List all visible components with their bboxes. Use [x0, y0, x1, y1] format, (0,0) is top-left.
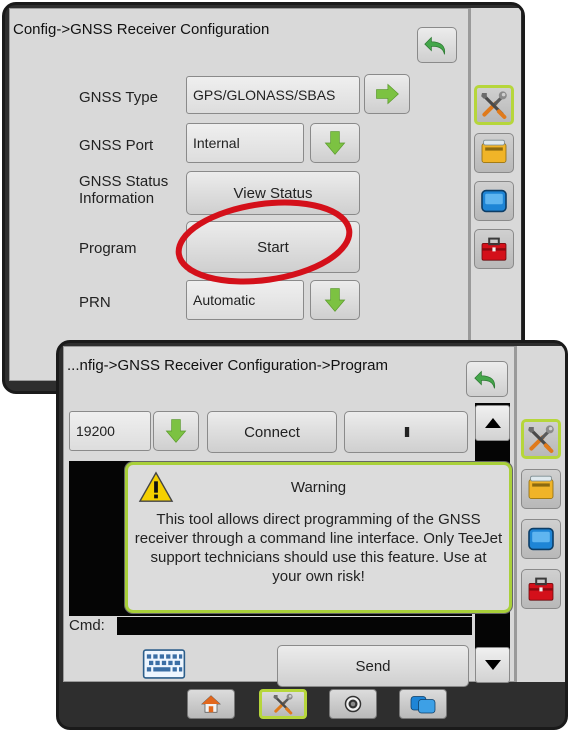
bottom-tab-home[interactable] — [187, 689, 235, 719]
connect-button[interactable]: Connect — [207, 411, 337, 453]
side-tab-toolbox[interactable] — [474, 229, 514, 269]
gnss-type-next-button[interactable] — [364, 74, 410, 114]
camera-icon — [341, 692, 365, 716]
send-button[interactable]: Send — [277, 645, 469, 687]
side-tab-display[interactable] — [474, 181, 514, 221]
cmd-label: Cmd: — [69, 617, 105, 634]
arrow-down-icon — [162, 417, 190, 445]
bottom-tab-guidance[interactable] — [399, 689, 447, 719]
bottom-tabs — [63, 682, 563, 726]
pause-button[interactable]: II — [344, 411, 468, 453]
gnss-status-label: GNSS Status Information — [79, 173, 169, 207]
scroll-down-button[interactable] — [475, 647, 510, 683]
tools-icon — [525, 423, 557, 455]
cmd-input[interactable] — [117, 617, 472, 635]
side-tab-console[interactable] — [474, 133, 514, 173]
home-icon — [199, 692, 223, 716]
caret-down-icon — [484, 660, 501, 670]
display-icon — [478, 185, 510, 217]
warning-title: Warning — [290, 479, 347, 496]
warning-dialog: Warning This tool allows direct programm… — [125, 462, 512, 613]
tools-icon — [270, 692, 296, 716]
warning-message: This tool allows direct programming of t… — [134, 511, 503, 585]
keyboard-button[interactable] — [142, 649, 186, 677]
toolbox-icon — [525, 573, 557, 605]
side-tab-tools[interactable] — [521, 419, 561, 459]
gnss-port-label: GNSS Port — [79, 137, 154, 154]
baud-rate-field[interactable]: 19200 — [69, 411, 151, 451]
console-tray-icon — [525, 473, 557, 505]
arrow-right-icon — [373, 80, 401, 108]
gnss-type-field[interactable]: GPS/GLONASS/SBAS — [186, 76, 360, 114]
highlight-ellipse — [175, 199, 353, 285]
side-tab-tools[interactable] — [474, 85, 514, 125]
gnss-program-panel: ...nfig->GNSS Receiver Configuration->Pr… — [56, 340, 568, 730]
side-tab-display[interactable] — [521, 519, 561, 559]
prn-label: PRN — [79, 294, 111, 311]
toolbox-icon — [478, 233, 510, 265]
back-arrow-icon — [422, 30, 452, 60]
caret-up-icon — [484, 418, 501, 428]
side-tab-console[interactable] — [521, 469, 561, 509]
tools-icon — [478, 89, 510, 121]
bottom-tab-camera[interactable] — [329, 689, 377, 719]
baud-rate-dropdown-button[interactable] — [153, 411, 199, 451]
breadcrumb: ...nfig->GNSS Receiver Configuration->Pr… — [67, 357, 388, 374]
scroll-up-button[interactable] — [475, 405, 510, 441]
keyboard-icon — [142, 649, 186, 679]
arrow-down-icon — [321, 129, 349, 157]
side-tab-toolbox[interactable] — [521, 569, 561, 609]
bottom-tab-tools[interactable] — [259, 689, 307, 719]
back-button[interactable] — [417, 27, 457, 63]
gnss-port-field[interactable]: Internal — [186, 123, 304, 163]
back-button[interactable] — [466, 361, 508, 397]
program-label: Program — [79, 240, 137, 257]
console-tray-icon — [478, 137, 510, 169]
guidance-icon — [408, 692, 438, 716]
display-icon — [525, 523, 557, 555]
program-side-column — [515, 346, 565, 682]
breadcrumb: Config->GNSS Receiver Configuration — [13, 21, 270, 38]
gnss-type-label: GNSS Type — [79, 89, 158, 106]
back-arrow-icon — [472, 364, 502, 394]
gnss-port-dropdown-button[interactable] — [310, 123, 360, 163]
